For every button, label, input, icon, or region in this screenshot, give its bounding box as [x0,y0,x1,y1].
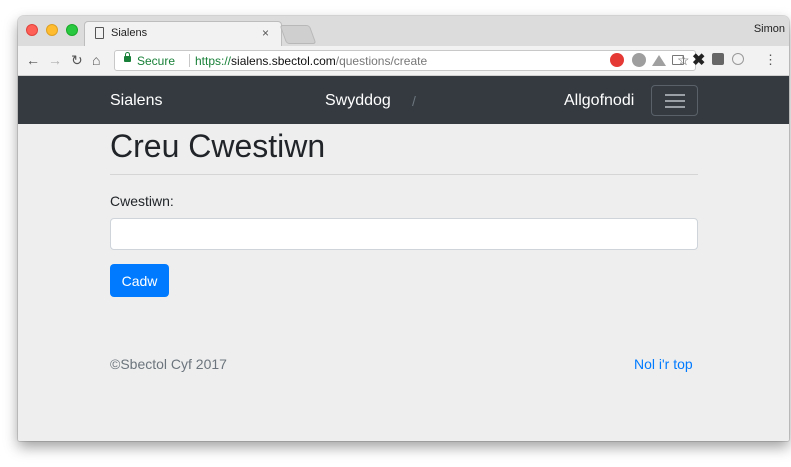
secure-label: Secure [137,54,176,68]
forward-icon[interactable]: → [48,51,62,69]
nav-divider: / [412,93,416,109]
title-divider [110,174,698,175]
question-input[interactable] [110,218,698,250]
url-host: sialens.sbectol.com [231,54,336,68]
browser-tab[interactable]: Sialens × [84,21,282,46]
save-button[interactable]: Cadw [110,264,169,297]
reload-icon[interactable]: ↻ [71,51,83,69]
page-viewport: Sialens Swyddog / Allgofnodi Creu Cwesti… [18,76,789,441]
footer-copyright: ©Sbectol Cyf 2017 [110,356,227,372]
maximize-window-button[interactable] [66,24,78,36]
square-icon[interactable] [712,53,724,65]
browser-toolbar: ← → ↻ ⌂ Secure https://sialens.sbectol.c… [18,46,789,76]
hamburger-icon-bar [665,106,685,108]
browser-window: Sialens × Simon ← → ↻ ⌂ Secure https://s… [18,16,789,441]
minimize-window-button[interactable] [46,24,58,36]
site-navbar: Sialens Swyddog / Allgofnodi [18,76,789,124]
nav-brand-link[interactable]: Sialens [110,92,162,110]
question-label: Cwestiwn: [110,193,174,209]
back-icon[interactable]: ← [26,51,40,69]
hamburger-icon [665,94,685,96]
url-text: https://sialens.sbectol.com/questions/cr… [195,54,427,68]
close-tab-icon[interactable]: × [262,26,269,40]
new-tab-button[interactable] [279,25,317,44]
close-window-button[interactable] [26,24,38,36]
circle-icon[interactable] [732,53,744,65]
navbar-toggle-button[interactable] [651,85,698,116]
adblock-plus-icon[interactable] [610,53,624,67]
logout-link[interactable]: Allgofnodi [564,92,634,110]
nav-official-link[interactable]: Swyddog [325,92,391,110]
hamburger-icon-bar [665,100,685,102]
lock-icon [124,52,131,62]
x-icon[interactable]: ✖ [692,50,705,70]
title-bar: Sialens × Simon [18,16,789,46]
url-path: /questions/create [335,54,428,68]
browser-menu-icon[interactable]: ⋮ [764,52,777,68]
url-protocol: https:// [195,54,232,68]
page-icon [95,27,104,39]
profile-name[interactable]: Simon [754,23,785,35]
w-icon[interactable] [632,53,646,67]
address-bar[interactable]: Secure https://sialens.sbectol.com/quest… [114,50,696,71]
page-title: Creu Cwestiwn [110,128,326,164]
cast-icon[interactable] [672,55,684,65]
back-to-top-link[interactable]: Nol i'r top [634,356,693,372]
home-icon[interactable]: ⌂ [92,51,100,69]
tab-title: Sialens [111,27,148,39]
address-separator [189,54,190,67]
drive-icon[interactable] [652,55,666,66]
